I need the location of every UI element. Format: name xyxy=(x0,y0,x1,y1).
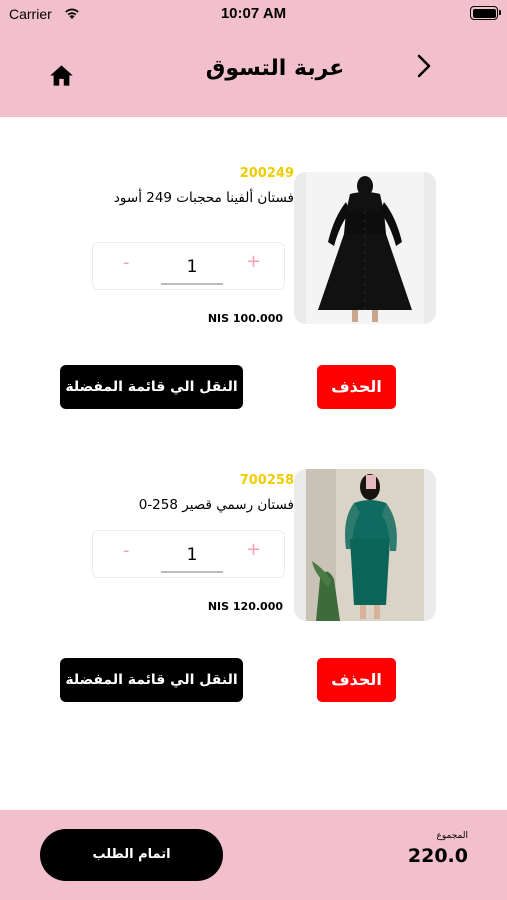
decrease-quantity-button[interactable]: - xyxy=(123,540,130,561)
product-name: فستان رسمي قصير 258-0 xyxy=(138,497,294,513)
status-bar: Carrier 10:07 AM xyxy=(0,0,507,28)
product-image[interactable] xyxy=(294,172,436,324)
total-label: المجموع xyxy=(436,831,468,841)
battery-icon xyxy=(470,6,501,20)
decrease-quantity-button[interactable]: - xyxy=(123,252,130,273)
quantity-underline xyxy=(161,571,223,573)
quantity-value[interactable]: 1 xyxy=(163,545,221,565)
checkout-button[interactable]: اتمام الطلب xyxy=(40,829,223,881)
chevron-right-icon[interactable] xyxy=(410,52,438,80)
move-to-favorites-button[interactable]: النقل الي قائمة المفضلة xyxy=(60,365,243,409)
home-icon[interactable] xyxy=(48,62,75,89)
status-time: 10:07 AM xyxy=(220,5,287,22)
header-bar: Carrier 10:07 AM عربة التسوق xyxy=(0,0,507,117)
page-title: عربة التسوق xyxy=(205,56,345,81)
product-code: 200249 xyxy=(239,166,294,181)
total-value: 220.0 xyxy=(407,845,468,867)
checkout-footer: اتمام الطلب المجموع 220.0 xyxy=(0,810,507,900)
increase-quantity-button[interactable]: + xyxy=(246,539,261,560)
quantity-stepper: - 1 + xyxy=(92,530,285,578)
increase-quantity-button[interactable]: + xyxy=(246,251,261,272)
move-to-favorites-button[interactable]: النقل الي قائمة المفضلة xyxy=(60,658,243,702)
quantity-stepper: - 1 + xyxy=(92,242,285,290)
dress-photo xyxy=(306,172,424,324)
dress-photo xyxy=(306,469,424,621)
quantity-value[interactable]: 1 xyxy=(163,257,221,277)
product-price: NIS 100.000 xyxy=(207,312,283,325)
product-price: NIS 120.000 xyxy=(207,600,283,613)
product-code: 700258 xyxy=(239,473,294,488)
product-name: فستان ألفينا محجبات 249 أسود xyxy=(113,190,294,206)
delete-button[interactable]: الحذف xyxy=(317,658,396,702)
quantity-underline xyxy=(161,283,223,285)
delete-button[interactable]: الحذف xyxy=(317,365,396,409)
product-image[interactable] xyxy=(294,469,436,621)
